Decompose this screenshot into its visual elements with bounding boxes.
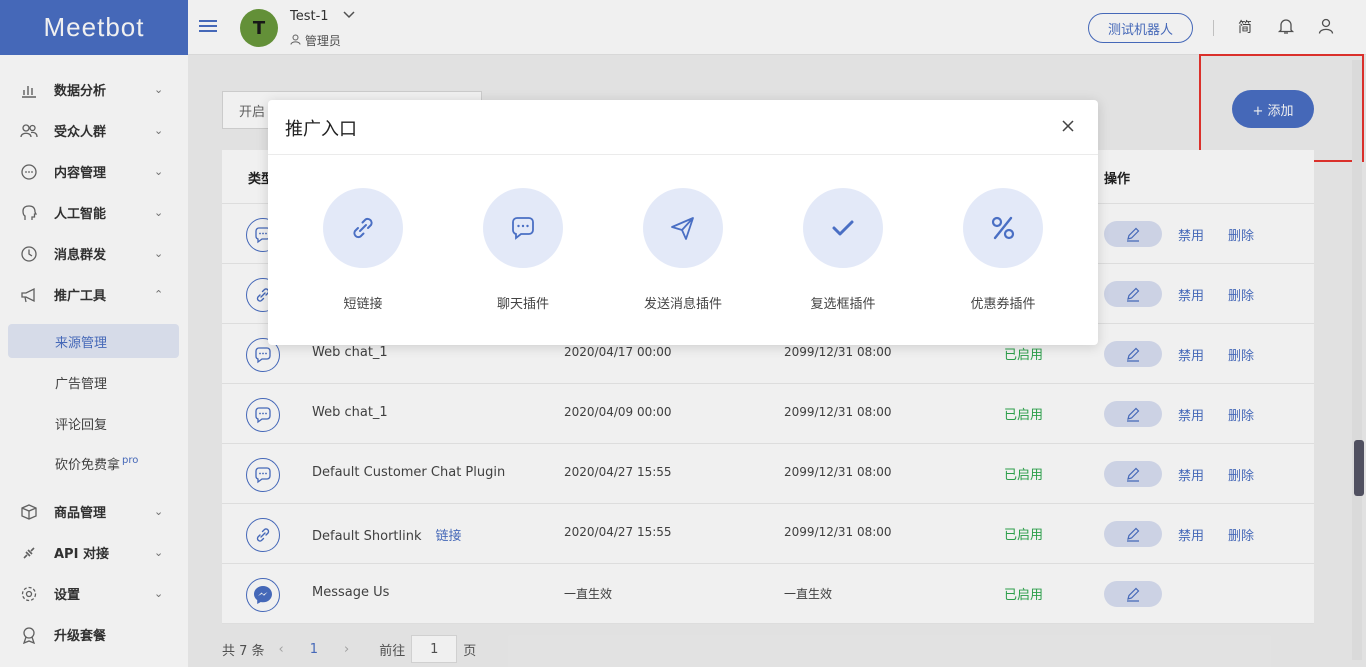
option-coupon-plugin[interactable]: 优惠券插件 [948, 188, 1058, 312]
option-send-message-plugin[interactable]: 发送消息插件 [628, 188, 738, 312]
checkmark-icon [832, 220, 854, 236]
send-icon [671, 217, 694, 240]
option-checkbox-plugin[interactable]: 复选框插件 [788, 188, 898, 312]
percent-icon [991, 216, 1015, 240]
option-chat-plugin[interactable]: 聊天插件 [468, 188, 578, 312]
chat-bubble-icon [512, 217, 534, 240]
promotion-entry-modal: 推广入口 短链接 聊天插件 发送消息插件 复选框插件 优惠券插件 [268, 100, 1098, 345]
modal-divider [268, 154, 1098, 155]
modal-title: 推广入口 [285, 119, 357, 140]
link-icon [353, 217, 373, 239]
option-short-link[interactable]: 短链接 [308, 188, 418, 312]
close-icon[interactable] [1060, 118, 1076, 134]
